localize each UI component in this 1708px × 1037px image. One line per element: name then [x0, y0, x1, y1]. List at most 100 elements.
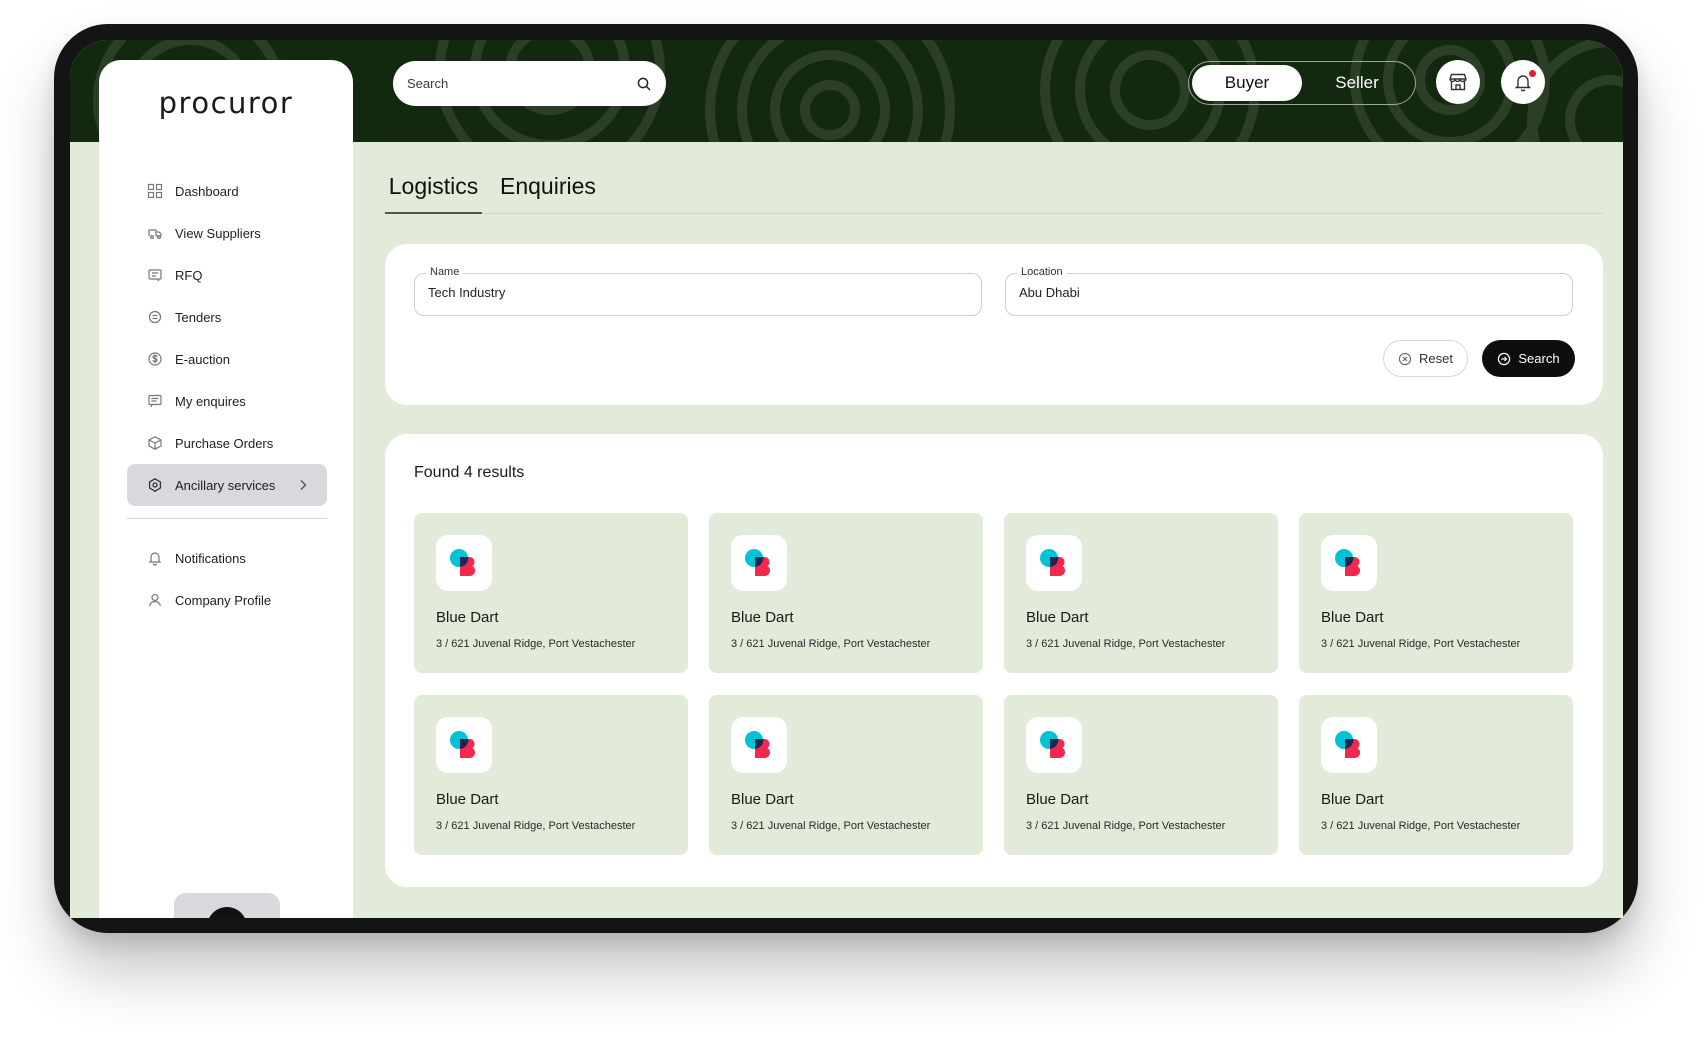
supplier-address: 3 / 621 Juvenal Ridge, Port Vestachester: [1026, 820, 1226, 832]
supplier-logo: [436, 535, 492, 591]
truck-icon: [147, 225, 163, 241]
search-button-label: Search: [1518, 351, 1560, 366]
supplier-logo: [731, 535, 787, 591]
supplier-name: Blue Dart: [1026, 791, 1089, 808]
tab-bar: Logistics Enquiries: [385, 172, 1603, 214]
supplier-address: 3 / 621 Juvenal Ridge, Port Vestachester: [1321, 638, 1521, 650]
role-toggle: Buyer Seller: [1188, 61, 1416, 105]
supplier-name: Blue Dart: [731, 609, 794, 626]
search-input[interactable]: [407, 76, 617, 91]
blue-dart-logo-icon: [450, 549, 476, 577]
sidebar-item-label: View Suppliers: [175, 225, 261, 241]
supplier-address: 3 / 621 Juvenal Ridge, Port Vestachester: [731, 820, 931, 832]
avatar[interactable]: [207, 907, 247, 918]
document-icon: [147, 267, 163, 283]
user-icon: [147, 592, 163, 608]
reset-button[interactable]: Reset: [1383, 340, 1468, 377]
supplier-logo: [1321, 535, 1377, 591]
location-field[interactable]: Location: [1005, 266, 1573, 316]
arrow-circle-icon: [1498, 352, 1511, 365]
name-field-label: Name: [426, 266, 464, 278]
supplier-address: 3 / 621 Juvenal Ridge, Port Vestachester: [731, 638, 931, 650]
search-bar[interactable]: [393, 61, 666, 106]
sidebar-item-ancillary-services[interactable]: Ancillary services: [127, 464, 327, 506]
supplier-card[interactable]: Blue Dart 3 / 621 Juvenal Ridge, Port Ve…: [414, 695, 688, 855]
sidebar: procuror Dashboard View Suppliers RFQ Te…: [99, 60, 353, 918]
sidebar-item-notifications[interactable]: Notifications: [127, 537, 327, 579]
sidebar-item-view-suppliers[interactable]: View Suppliers: [127, 212, 327, 254]
blue-dart-logo-icon: [745, 731, 771, 759]
sidebar-item-my-enquires[interactable]: My enquires: [127, 380, 327, 422]
location-input[interactable]: [1019, 285, 1549, 300]
name-field[interactable]: Name: [414, 266, 982, 316]
chevron-right-icon: [300, 480, 307, 490]
bell-icon: [147, 550, 163, 566]
supplier-card[interactable]: Blue Dart 3 / 621 Juvenal Ridge, Port Ve…: [709, 695, 983, 855]
blue-dart-logo-icon: [745, 549, 771, 577]
sidebar-item-e-auction[interactable]: E-auction: [127, 338, 327, 380]
search-button[interactable]: Search: [1482, 340, 1575, 377]
tab-logistics[interactable]: Logistics: [385, 172, 482, 214]
sidebar-item-tenders[interactable]: Tenders: [127, 296, 327, 338]
close-circle-icon: [1398, 352, 1412, 365]
search-icon[interactable]: [636, 76, 652, 92]
sidebar-item-label: E-auction: [175, 351, 230, 367]
procuror-logo[interactable]: procuror: [99, 86, 353, 120]
sidebar-item-label: RFQ: [175, 267, 203, 283]
sidebar-item-label: Ancillary services: [175, 477, 276, 493]
sidebar-item-label: Tenders: [175, 309, 222, 325]
sidebar-divider: [127, 518, 327, 519]
sidebar-item-dashboard[interactable]: Dashboard: [127, 170, 327, 212]
sidebar-handle[interactable]: [174, 893, 280, 918]
buyer-toggle-button[interactable]: Buyer: [1192, 65, 1302, 101]
supplier-logo: [436, 717, 492, 773]
supplier-logo: [1321, 717, 1377, 773]
filter-panel: Name Location Reset Search: [385, 244, 1603, 405]
supplier-card[interactable]: Blue Dart 3 / 621 Juvenal Ridge, Port Ve…: [414, 513, 688, 673]
supplier-name: Blue Dart: [1321, 609, 1384, 626]
results-grid: Blue Dart 3 / 621 Juvenal Ridge, Port Ve…: [414, 513, 1574, 855]
supplier-name: Blue Dart: [1321, 791, 1384, 808]
blue-dart-logo-icon: [1040, 549, 1066, 577]
tender-icon: [147, 309, 163, 325]
name-input[interactable]: [428, 285, 958, 300]
sidebar-item-purchase-orders[interactable]: Purchase Orders: [127, 422, 327, 464]
blue-dart-logo-icon: [450, 731, 476, 759]
results-panel: Found 4 results Blue Dart 3 / 621 Juvena…: [385, 434, 1603, 887]
sidebar-item-label: Notifications: [175, 550, 246, 566]
sidebar-item-label: Purchase Orders: [175, 435, 274, 451]
supplier-address: 3 / 621 Juvenal Ridge, Port Vestachester: [436, 638, 636, 650]
seller-toggle-button[interactable]: Seller: [1302, 65, 1412, 101]
notification-indicator: [1529, 70, 1536, 77]
box-icon: [147, 435, 163, 451]
supplier-name: Blue Dart: [436, 609, 499, 626]
supplier-card[interactable]: Blue Dart 3 / 621 Juvenal Ridge, Port Ve…: [1004, 695, 1278, 855]
supplier-logo: [731, 717, 787, 773]
store-button[interactable]: [1436, 60, 1480, 104]
sidebar-item-rfq[interactable]: RFQ: [127, 254, 327, 296]
supplier-card[interactable]: Blue Dart 3 / 621 Juvenal Ridge, Port Ve…: [709, 513, 983, 673]
tab-enquiries[interactable]: Enquiries: [500, 172, 596, 214]
supplier-address: 3 / 621 Juvenal Ridge, Port Vestachester: [1026, 638, 1226, 650]
sidebar-item-company-profile[interactable]: Company Profile: [127, 579, 327, 621]
supplier-card[interactable]: Blue Dart 3 / 621 Juvenal Ridge, Port Ve…: [1299, 695, 1573, 855]
blue-dart-logo-icon: [1335, 731, 1361, 759]
supplier-name: Blue Dart: [1026, 609, 1089, 626]
supplier-address: 3 / 621 Juvenal Ridge, Port Vestachester: [1321, 820, 1521, 832]
blue-dart-logo-icon: [1335, 549, 1361, 577]
supplier-card[interactable]: Blue Dart 3 / 621 Juvenal Ridge, Port Ve…: [1299, 513, 1573, 673]
supplier-address: 3 / 621 Juvenal Ridge, Port Vestachester: [436, 820, 636, 832]
notifications-button[interactable]: [1501, 60, 1545, 104]
supplier-name: Blue Dart: [436, 791, 499, 808]
results-count: Found 4 results: [414, 464, 525, 481]
message-icon: [147, 393, 163, 409]
sidebar-item-label: My enquires: [175, 393, 246, 409]
reset-label: Reset: [1419, 351, 1453, 366]
dollar-circle-icon: [147, 351, 163, 367]
blue-dart-logo-icon: [1040, 731, 1066, 759]
location-field-label: Location: [1017, 266, 1067, 278]
grid-icon: [147, 183, 163, 199]
supplier-name: Blue Dart: [731, 791, 794, 808]
supplier-logo: [1026, 535, 1082, 591]
supplier-card[interactable]: Blue Dart 3 / 621 Juvenal Ridge, Port Ve…: [1004, 513, 1278, 673]
